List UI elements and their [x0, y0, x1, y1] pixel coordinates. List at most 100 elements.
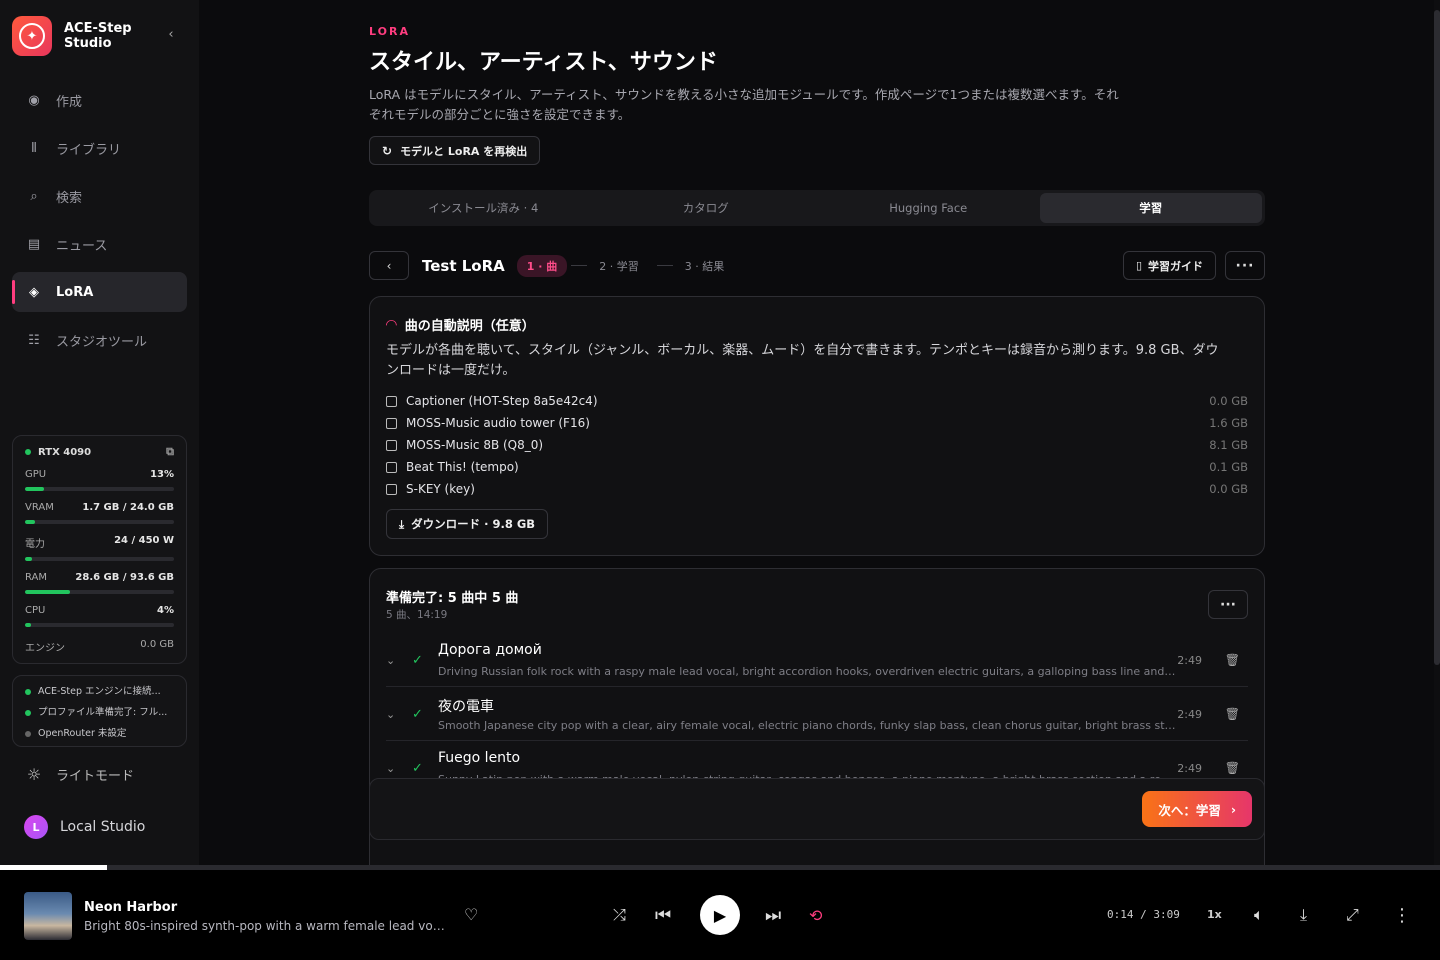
rescan-button[interactable]: ↻ モデルと LoRA を再検出 — [369, 136, 541, 165]
next-train-button[interactable]: 次へ：学習 › — [1142, 791, 1252, 827]
play-button[interactable]: ▶ — [700, 870, 740, 960]
main-content: LORA スタイル、アーティスト、サウンド LoRA はモデルにスタイル、アーテ… — [199, 0, 1434, 865]
heart-icon[interactable]: ♡ — [464, 905, 478, 924]
chevron-down-icon[interactable]: ⌄ — [386, 762, 395, 775]
model-row[interactable]: MOSS-Music 8B (Q8_0) 8.1 GB — [386, 437, 1248, 453]
chevron-left-icon: ‹ — [386, 258, 392, 273]
chevron-down-icon[interactable]: ⌄ — [386, 708, 395, 721]
sidebar-item-0[interactable]: ◉ 作成 — [12, 80, 187, 120]
song-row[interactable]: ⌄ ✓ Дорога домой Driving Russian folk rock … — [386, 634, 1248, 687]
app-root: ✦ ACE-Step Studio ‹ ◉ 作成 ⫴ ライブラリ ⌕ 検索 ▤ ニュース ◈ Lo… — [0, 0, 1440, 960]
metric-vram: VRAM 1.7 GB / 24.0 GB — [25, 502, 174, 524]
main-scrollbar[interactable] — [1434, 0, 1440, 865]
status-text: プロファイル準備完了: フル... — [38, 707, 168, 718]
download-button[interactable]: ⤓ ダウンロード · 9.8 GB — [386, 509, 549, 539]
model-size: 1.6 GB — [1209, 416, 1248, 430]
download-icon: ⤓ — [399, 516, 405, 531]
ready-more-button[interactable]: ··· — [1208, 590, 1248, 619]
more-options-button[interactable]: ··· — [1225, 251, 1265, 280]
status-dot — [25, 688, 31, 695]
song-title: Fuego lento — [438, 750, 521, 766]
metric-label: 電力 — [25, 539, 45, 550]
training-guide-button[interactable]: ▯ 学習ガイド — [1122, 251, 1216, 280]
back-button[interactable]: ‹ — [369, 251, 409, 280]
sidebar-item-2[interactable]: ⌕ 検索 — [12, 176, 187, 216]
app-logo-icon: ✦ — [12, 16, 52, 56]
tab-0[interactable]: インストール済み · 4 — [372, 193, 595, 223]
autocaption-title-text: 曲の自動説明（任意） — [404, 319, 535, 334]
metrics-list: GPU 13% VRAM 1.7 GB / 24.0 GB 電力 24 / 450 W RA… — [25, 469, 174, 627]
metric-bar — [25, 487, 174, 491]
page-title: スタイル、アーティスト、サウンド — [369, 50, 718, 75]
status-text: ACE-Step エンジンに接続... — [38, 686, 161, 697]
library-icon: ⫴ — [31, 140, 37, 156]
model-checkbox[interactable] — [386, 439, 397, 451]
lora-tabs: インストール済み · 4 カタログ Hugging Face 学習 — [369, 190, 1265, 226]
disc-icon: ◉ — [28, 92, 40, 108]
trash-icon[interactable]: 🗑︎ — [1225, 761, 1240, 775]
book-icon: ▯ — [1135, 259, 1142, 272]
album-cover[interactable] — [24, 892, 72, 940]
metric-label: GPU — [25, 469, 47, 480]
model-row[interactable]: S-KEY (key) 0.0 GB — [386, 481, 1248, 497]
previous-icon[interactable]: ⏮ — [655, 870, 671, 960]
next-icon[interactable]: ⏭ — [765, 870, 781, 960]
status-dot — [25, 730, 31, 737]
studio-name: Local Studio — [60, 819, 146, 835]
kebab-menu-icon[interactable]: ⋮ — [1393, 870, 1411, 960]
model-checkbox[interactable] — [386, 395, 397, 407]
model-size: 8.1 GB — [1209, 438, 1248, 452]
volume-icon[interactable]: 🔈︎ — [1254, 870, 1264, 960]
model-name: S-KEY (key) — [406, 482, 475, 496]
trash-icon[interactable]: 🗑︎ — [1225, 707, 1240, 721]
player-bar: Neon Harbor Bright 80s-inspired synth-po… — [0, 870, 1440, 960]
gpu-name: RTX 4090 — [38, 446, 92, 458]
tab-3[interactable]: 学習 — [1039, 193, 1262, 223]
model-row[interactable]: Captioner (HOT-Step 8a5e42c4) 0.0 GB — [386, 393, 1248, 409]
gpu-status-dot — [25, 448, 31, 455]
rescan-label: モデルと LoRA を再検出 — [400, 144, 528, 158]
trash-icon[interactable]: 🗑︎ — [1225, 653, 1240, 667]
check-icon: ✓ — [412, 653, 423, 668]
engine-row: エンジン 0.0 GB — [25, 639, 174, 654]
collapse-sidebar-icon[interactable]: ‹ — [163, 27, 179, 43]
shuffle-icon[interactable]: ⤮ — [613, 870, 626, 960]
scrollbar-thumb[interactable] — [1434, 10, 1440, 665]
monitor-icon[interactable]: ⧉ — [166, 445, 174, 459]
studio-account[interactable]: L Local Studio — [24, 815, 145, 839]
sidebar-item-4[interactable]: ◈ LoRA — [12, 272, 187, 312]
song-row[interactable]: ⌄ ✓ 夜の電車 Smooth Japanese city pop with a cl… — [386, 688, 1248, 741]
repeat-icon[interactable]: ⟲ — [809, 870, 822, 960]
sidebar-item-1[interactable]: ⫴ ライブラリ — [12, 128, 187, 168]
brand[interactable]: ✦ ACE-Step Studio — [12, 16, 132, 56]
tab-2[interactable]: Hugging Face — [817, 193, 1040, 223]
song-caption: Driving Russian folk rock with a raspy m… — [438, 665, 1178, 678]
app-name-line2: Studio — [64, 36, 112, 51]
sidebar-item-5[interactable]: ☷ スタジオツール — [12, 320, 187, 360]
model-checkbox[interactable] — [386, 417, 397, 429]
song-duration: 2:49 — [1177, 762, 1202, 775]
model-size: 0.0 GB — [1209, 482, 1248, 496]
speed-button[interactable]: 1x — [1207, 908, 1222, 921]
ready-title: 準備完了: 5 曲中 5 曲 — [386, 591, 519, 606]
chevron-down-icon[interactable]: ⌄ — [386, 654, 395, 667]
model-row[interactable]: MOSS-Music audio tower (F16) 1.6 GB — [386, 415, 1248, 431]
light-mode-toggle[interactable]: ☼ ライトモード — [24, 765, 134, 784]
step-songs[interactable]: 1 · 曲 — [516, 254, 568, 277]
step-train[interactable]: 2 · 学習 — [599, 258, 639, 274]
sidebar-item-label: ニュース — [56, 238, 108, 254]
headphones-icon: ◠ — [386, 316, 397, 333]
tab-1[interactable]: カタログ — [595, 193, 818, 223]
metric-bar-fill — [25, 623, 31, 627]
step-result[interactable]: 3 · 結果 — [685, 258, 725, 274]
sidebar-item-3[interactable]: ▤ ニュース — [12, 224, 187, 264]
refresh-icon: ↻ — [382, 143, 393, 158]
metric-gpu: GPU 13% — [25, 469, 174, 491]
download-track-icon[interactable]: ⤓ — [1300, 870, 1307, 960]
model-checkbox[interactable] — [386, 461, 397, 473]
expand-icon[interactable]: ⤢ — [1346, 870, 1359, 960]
metric-bar-fill — [25, 520, 36, 524]
model-row[interactable]: Beat This! (tempo) 0.1 GB — [386, 459, 1248, 475]
model-checkbox[interactable] — [386, 483, 397, 495]
song-title: 夜の電車 — [438, 699, 494, 715]
